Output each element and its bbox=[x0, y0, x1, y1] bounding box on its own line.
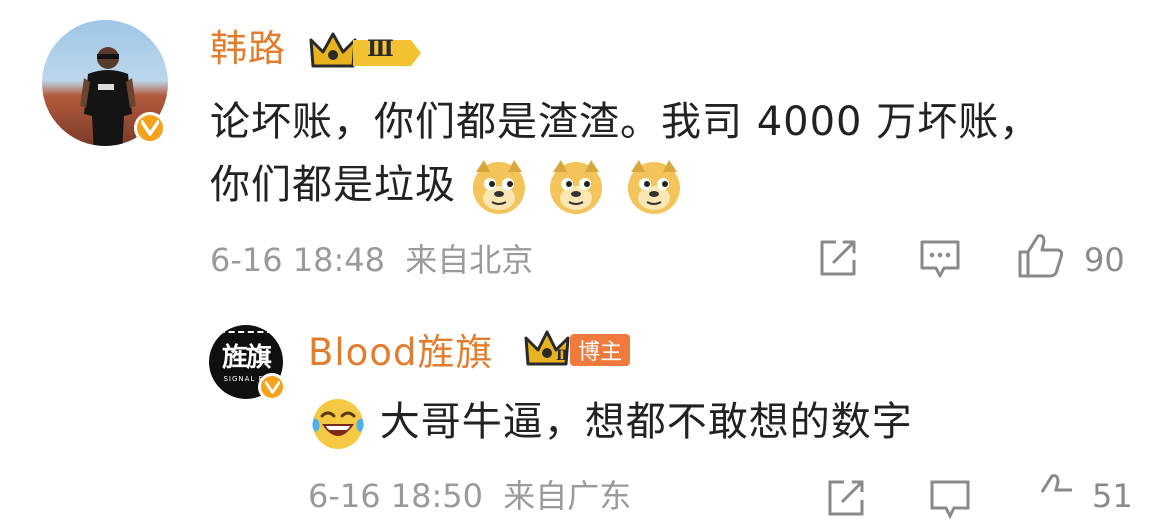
level-badge: Ⅲ bbox=[367, 36, 394, 62]
comment-text-line2: 你们都是垃圾 bbox=[210, 162, 456, 208]
comment-text-line1: 论坏账，你们都是渣渣。我司 4000 万坏账， bbox=[210, 99, 1041, 145]
comment-meta: 6-16 18:48 来自北京 bbox=[210, 244, 533, 276]
doge-emoji-icon bbox=[472, 160, 525, 214]
doge-emoji-icon bbox=[550, 160, 603, 214]
like-thumb-icon[interactable] bbox=[1030, 472, 1080, 520]
location: 来自北京 bbox=[405, 241, 534, 279]
doge-emoji-icon bbox=[628, 160, 681, 214]
laugh-tears-emoji-icon bbox=[312, 399, 364, 449]
membership-crown-icon[interactable]: Ⅲ bbox=[307, 28, 425, 76]
level-badge: Ⅱ bbox=[556, 348, 568, 364]
timestamp: 6-16 18:48 bbox=[210, 241, 386, 279]
reply-text: 大哥牛逼，想都不敢想的数字 bbox=[379, 399, 913, 445]
timestamp: 6-16 18:50 bbox=[308, 477, 484, 515]
verified-badge-icon bbox=[134, 112, 166, 144]
location: 来自广东 bbox=[503, 477, 632, 515]
user-name[interactable]: 韩路 bbox=[210, 30, 286, 67]
reply-meta: 6-16 18:50 来自广东 bbox=[308, 480, 631, 512]
comment-icon[interactable] bbox=[918, 238, 962, 280]
blogger-tag: 博主 bbox=[570, 334, 630, 366]
share-icon[interactable] bbox=[826, 478, 866, 518]
like-count: 90 bbox=[1084, 241, 1125, 279]
comment-icon[interactable] bbox=[928, 478, 972, 520]
reply-text-row: 大哥牛逼，想都不敢想的数字 bbox=[310, 392, 913, 452]
comment-text-line2-row: 你们都是垃圾 bbox=[210, 155, 683, 216]
membership-crown-icon[interactable]: Ⅱ bbox=[522, 328, 572, 374]
like-count: 51 bbox=[1092, 477, 1133, 515]
avatar-person-image bbox=[80, 47, 136, 146]
verified-badge-icon bbox=[258, 373, 286, 401]
like-thumb-icon[interactable] bbox=[1016, 232, 1066, 280]
reply-user-name[interactable]: Blood旌旗 bbox=[308, 334, 493, 371]
share-icon[interactable] bbox=[818, 238, 858, 278]
avatar-logo-text: 旌旗 bbox=[221, 343, 272, 373]
